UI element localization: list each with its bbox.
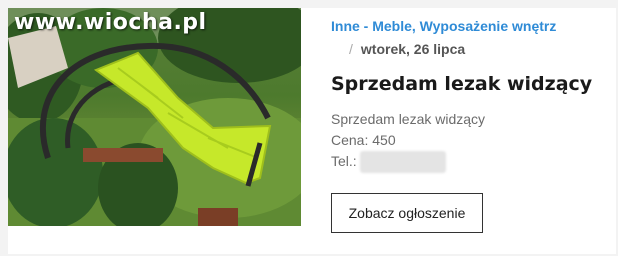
phone-label: Tel.: xyxy=(331,153,357,169)
price-text: Cena: 450 xyxy=(331,132,396,148)
description-text: Sprzedam lezak widzący xyxy=(331,111,486,127)
listing-title[interactable]: Sprzedam lezak widzący xyxy=(331,73,592,95)
date-row: / wtorek, 26 lipca xyxy=(349,41,465,57)
listing-description: Sprzedam lezak widzący Cena: 450 Tel.: xyxy=(331,109,486,174)
view-listing-button[interactable]: Zobacz ogłoszenie xyxy=(331,193,483,233)
category-link[interactable]: Inne - Meble, Wyposażenie wnętrz xyxy=(331,18,556,34)
phone-row: Tel.: xyxy=(331,151,485,174)
listing-photo[interactable]: www.wiocha.pl xyxy=(8,8,301,226)
lounger-photo-image xyxy=(8,8,301,226)
phone-number-hidden xyxy=(359,151,446,174)
listing-card: www.wiocha.pl Inne - Meble, Wyposażenie … xyxy=(8,8,616,254)
watermark-logo: www.wiocha.pl xyxy=(14,10,207,35)
date-separator: / xyxy=(349,41,353,57)
listing-date: wtorek, 26 lipca xyxy=(360,41,466,57)
